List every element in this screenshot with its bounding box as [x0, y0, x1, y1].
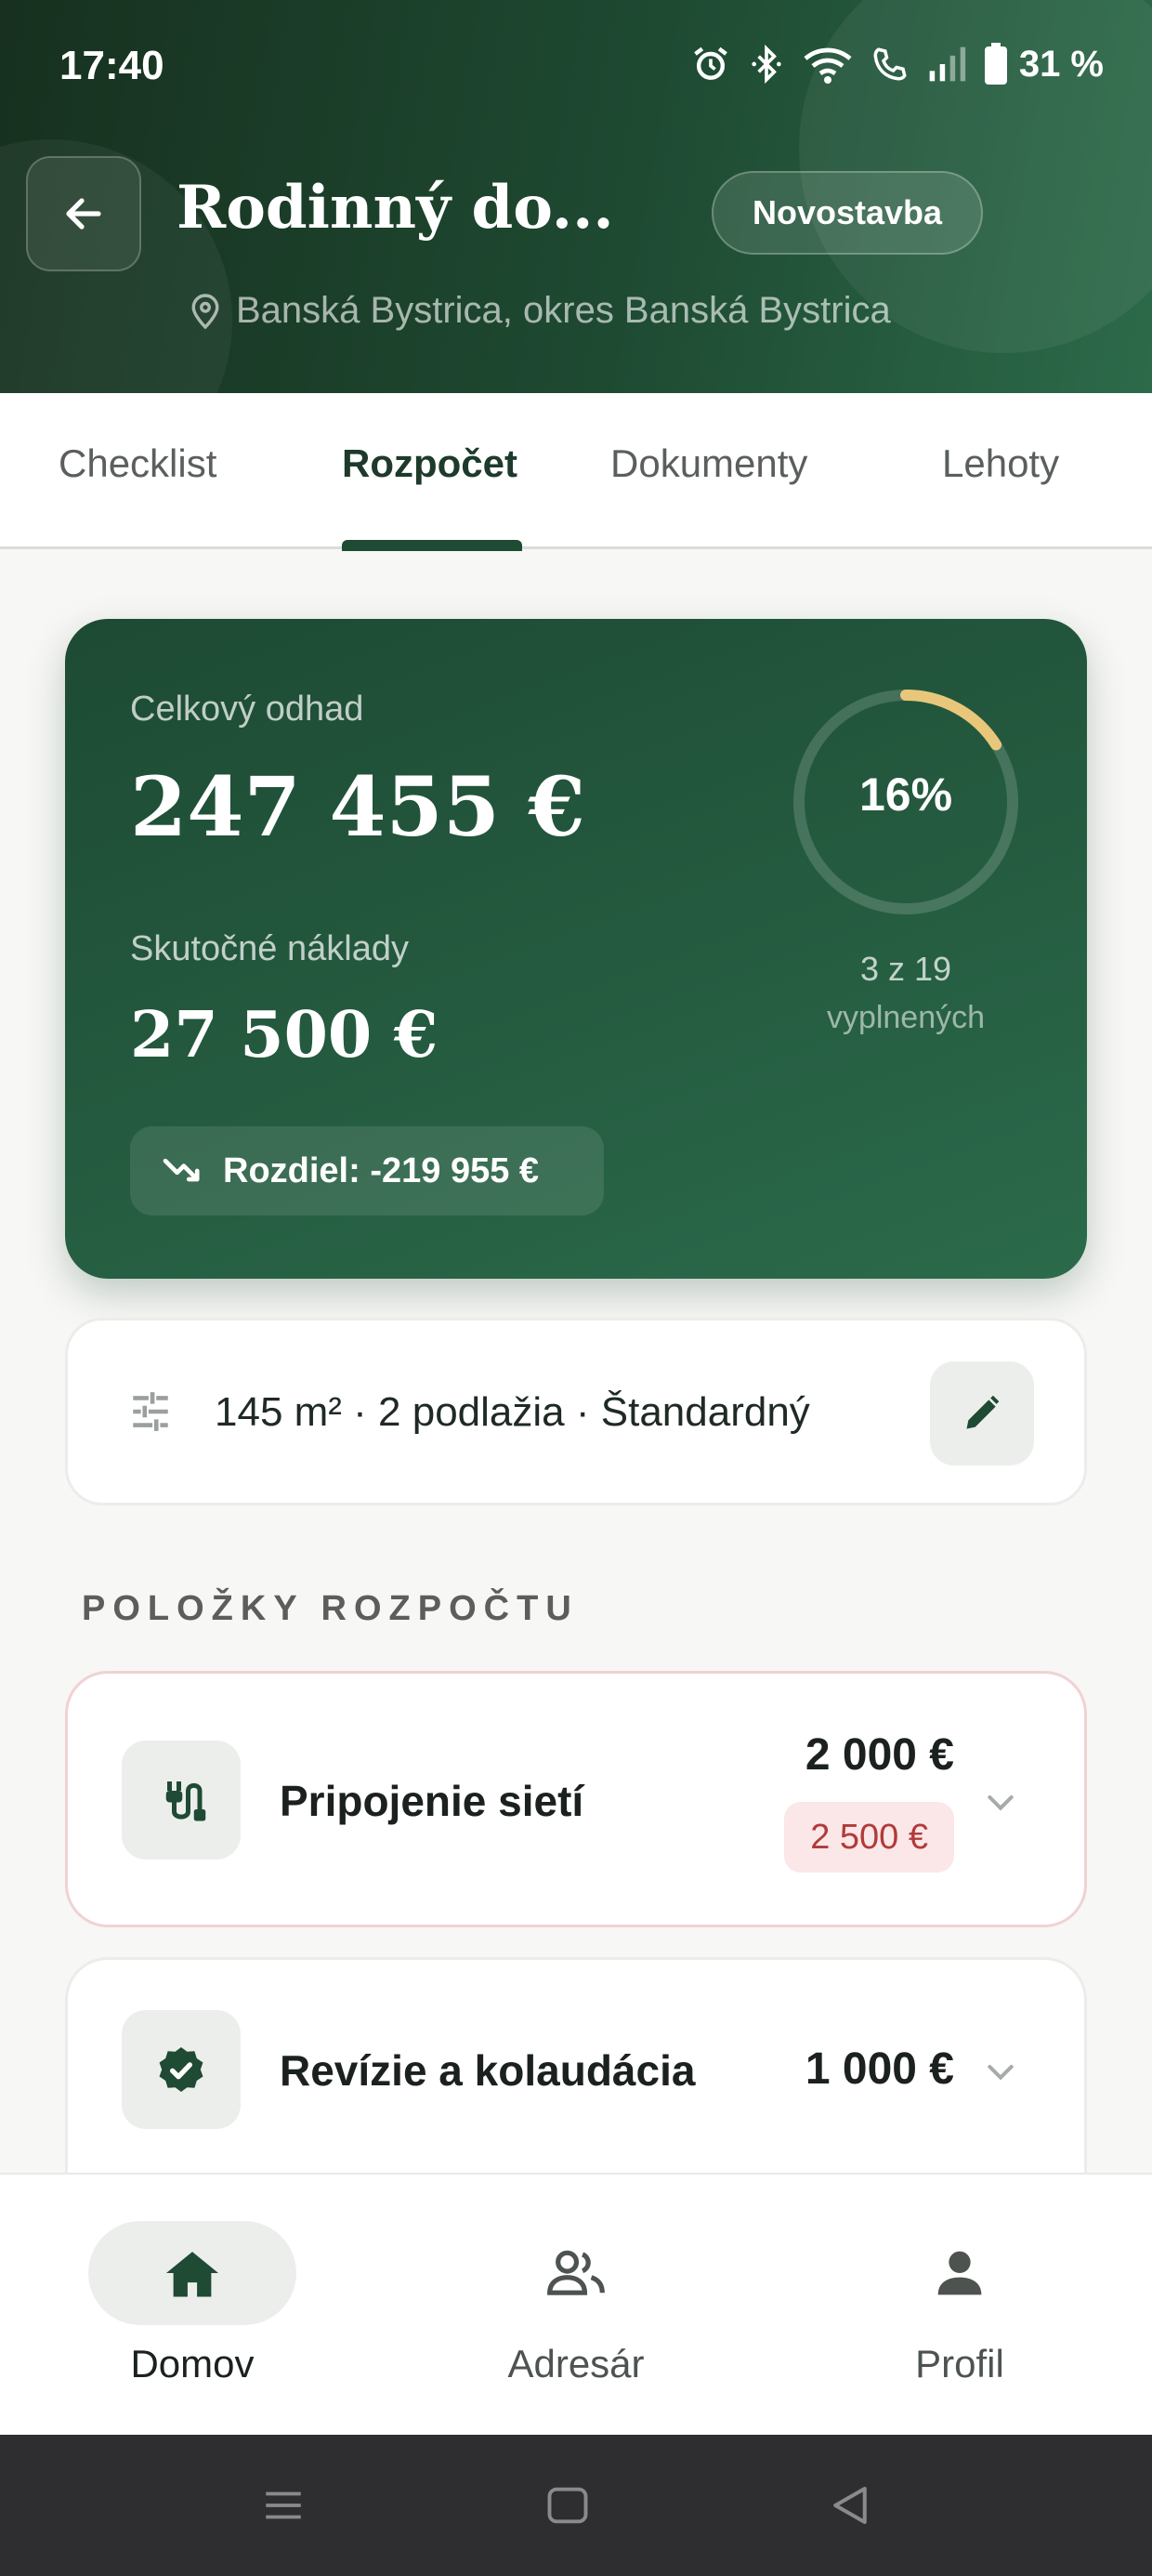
nav-contacts-pill [472, 2221, 680, 2325]
difference-text: Rozdiel: -219 955 € [223, 1150, 540, 1190]
utilities-icon-box [122, 1741, 241, 1860]
house-parameters-card[interactable]: 145 m² · 2 podlažia · Štandardný [65, 1318, 1087, 1505]
bluetooth-icon [752, 44, 781, 85]
tab-bar: Checklist Rozpočet Dokumenty Lehoty [0, 393, 1152, 551]
item-name: Revízie a kolaudácia [280, 2046, 696, 2095]
status-bar: 17:40 31 % [0, 0, 1152, 139]
chevron-down-icon[interactable] [982, 1783, 1019, 1820]
tab-checklist[interactable]: Checklist [59, 441, 216, 486]
item-estimate: 1 000 € [805, 2044, 954, 2094]
status-time: 17:40 [59, 43, 164, 88]
verified-badge-icon [159, 2047, 203, 2092]
item-name: Pripojenie sietí [280, 1777, 584, 1825]
nav-contacts[interactable]: Adresár [437, 2175, 715, 2437]
progress-caption: vyplnených [826, 1000, 986, 1035]
sliders-icon [133, 1392, 168, 1431]
nav-home-pill [88, 2221, 296, 2325]
actual-costs-value: 27 500 € [130, 998, 439, 1072]
people-icon [547, 2250, 605, 2295]
chevron-down-icon[interactable] [982, 2053, 1019, 2090]
progress-count: 3 z 19 [859, 950, 952, 988]
edit-parameters-button[interactable] [930, 1361, 1034, 1465]
bottom-navigation: Domov Adresár Profil [0, 2173, 1152, 2435]
home-icon [166, 2252, 218, 2297]
tab-documents[interactable]: Dokumenty [610, 441, 807, 486]
status-icons: 31 % [690, 43, 1104, 85]
actual-costs-label: Skutočné náklady [130, 929, 409, 968]
nav-contacts-label: Adresár [507, 2342, 645, 2385]
system-navigation-bar [0, 2435, 1152, 2576]
battery-percent: 31 % [1018, 43, 1104, 85]
item-estimate: 2 000 € [805, 1730, 954, 1780]
project-type-badge: Novostavba [712, 171, 983, 255]
item-actual-overrun: 2 500 € [784, 1802, 954, 1873]
nav-profile-label: Profil [915, 2342, 1004, 2385]
budget-item-inspections[interactable]: Revízie a kolaudácia 1 000 € [65, 1957, 1087, 2180]
arrow-left-icon [66, 198, 101, 230]
alarm-icon [694, 46, 727, 80]
wifi-call-icon [873, 47, 907, 81]
project-header: 17:40 31 % Rodinný do... Novostavba Bans… [0, 0, 1152, 393]
project-location: Banská Bystrica, okres Banská Bystrica [190, 290, 891, 332]
back-triangle-icon[interactable] [825, 2479, 875, 2531]
progress-percent: 16% [858, 769, 953, 821]
tab-deadlines[interactable]: Lehoty [942, 441, 1059, 486]
active-tab-indicator [342, 540, 522, 551]
project-title: Rodinný do... [177, 173, 614, 243]
nav-profile-pill [856, 2221, 1064, 2325]
inspections-icon-box [122, 2010, 241, 2129]
back-button[interactable] [26, 156, 141, 271]
location-pin-icon [191, 293, 219, 329]
budget-items-heading: POLOŽKY ROZPOČTU [82, 1589, 579, 1628]
location-text: Banská Bystrica, okres Banská Bystrica [236, 290, 891, 331]
wifi-icon [804, 47, 852, 84]
house-parameters-text: 145 m² · 2 podlažia · Štandardný [215, 1389, 810, 1435]
nav-profile[interactable]: Profil [820, 2175, 1099, 2437]
budget-summary-card: Celkový odhad 247 455 € Skutočné náklady… [65, 619, 1087, 1279]
nav-home[interactable]: Domov [53, 2175, 332, 2437]
budget-item-utilities[interactable]: Pripojenie sietí 2 000 € 2 500 € [65, 1671, 1087, 1927]
estimate-label: Celkový odhad [130, 690, 364, 729]
battery-icon [984, 43, 1007, 85]
recent-apps-icon[interactable] [260, 2479, 307, 2531]
estimate-value: 247 455 € [130, 758, 585, 855]
person-icon [937, 2251, 982, 2295]
trending-down-icon [163, 1158, 200, 1182]
tab-budget[interactable]: Rozpočet [342, 441, 517, 486]
home-square-icon[interactable] [543, 2479, 592, 2531]
nav-home-label: Domov [130, 2342, 255, 2385]
plug-icon [165, 1781, 206, 1821]
signal-icon [929, 46, 965, 82]
difference-badge: Rozdiel: -219 955 € [130, 1126, 604, 1216]
pencil-icon [966, 1395, 1000, 1429]
